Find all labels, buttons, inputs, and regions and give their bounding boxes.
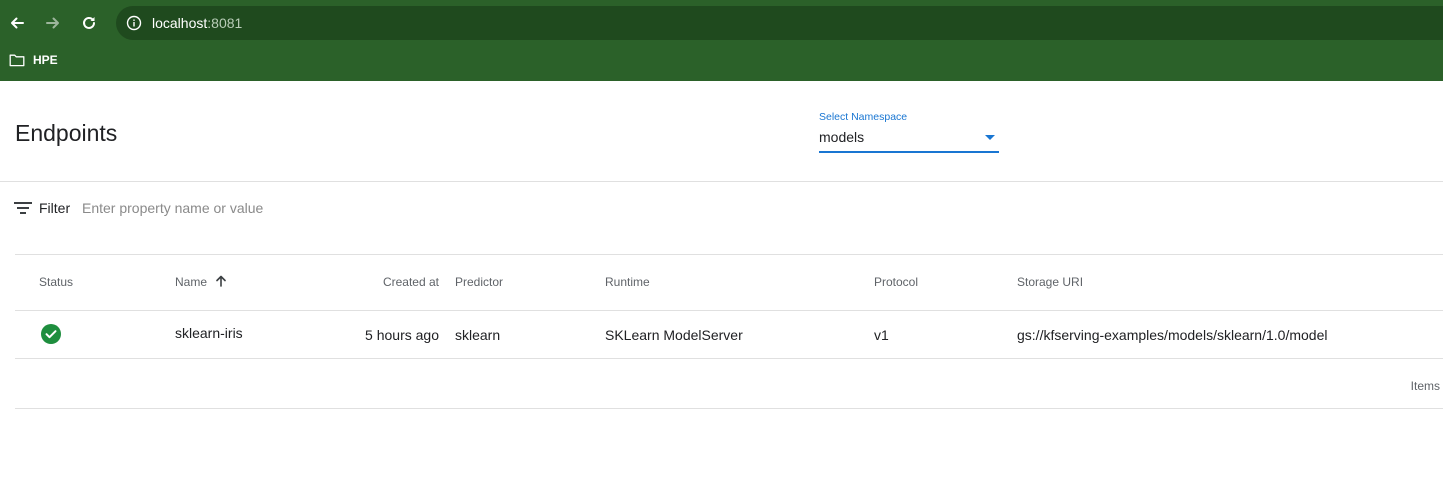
reload-button[interactable] — [78, 12, 100, 34]
column-header-predictor[interactable]: Predictor — [455, 275, 503, 289]
column-header-runtime[interactable]: Runtime — [605, 275, 650, 289]
column-header-protocol[interactable]: Protocol — [874, 275, 918, 289]
reload-icon — [83, 16, 95, 29]
arrow-right-icon — [46, 17, 59, 29]
check-circle-icon — [41, 324, 61, 344]
cell-predictor: sklearn — [455, 327, 501, 343]
row-border — [15, 358, 1443, 359]
cell-runtime: SKLearn ModelServer — [605, 327, 743, 343]
filter-label: Filter — [39, 200, 71, 216]
namespace-select-underline — [819, 151, 999, 153]
browser-toolbar: localhost:8081 HPE — [0, 0, 1443, 81]
header-divider — [0, 181, 1443, 182]
column-header-storage[interactable]: Storage URI — [1017, 275, 1083, 289]
page-title: Endpoints — [15, 120, 118, 146]
namespace-select-value: models — [819, 129, 865, 145]
arrow-left-icon — [11, 17, 24, 29]
filter-toggle[interactable]: Filter — [14, 199, 70, 217]
column-header-name[interactable]: Name — [175, 275, 227, 289]
cell-created: 5 hours ago — [365, 327, 439, 343]
cell-name[interactable]: sklearn-iris — [175, 325, 243, 341]
filter-icon — [14, 202, 32, 214]
back-button[interactable] — [6, 12, 28, 34]
address-bar[interactable]: localhost:8081 — [116, 6, 1443, 40]
column-header-name-label: Name — [175, 275, 208, 289]
column-header-status[interactable]: Status — [39, 275, 73, 289]
url-host: localhost — [152, 15, 208, 31]
bookmark-hpe[interactable]: HPE — [9, 52, 58, 68]
namespace-select[interactable]: Select Namespace models — [819, 111, 999, 154]
url-text: localhost:8081 — [152, 15, 242, 31]
url-port: :8081 — [207, 15, 243, 31]
header-row-border — [15, 310, 1443, 311]
cell-protocol: v1 — [874, 327, 889, 343]
dropdown-arrow-icon — [985, 135, 995, 140]
cell-storage-uri: gs://kfserving-examples/models/sklearn/1… — [1017, 327, 1328, 343]
bookmark-label: HPE — [33, 53, 58, 67]
forward-button[interactable] — [42, 12, 64, 34]
paginator-items-label: Items — [1410, 379, 1440, 393]
info-icon[interactable] — [126, 15, 142, 31]
column-header-created[interactable]: Created at — [383, 275, 439, 289]
filter-input[interactable] — [82, 199, 482, 217]
namespace-select-label: Select Namespace — [819, 111, 908, 123]
table-top-border — [15, 254, 1443, 255]
table-bottom-border — [15, 408, 1443, 409]
folder-icon — [9, 54, 25, 67]
arrow-up-icon — [216, 275, 227, 287]
